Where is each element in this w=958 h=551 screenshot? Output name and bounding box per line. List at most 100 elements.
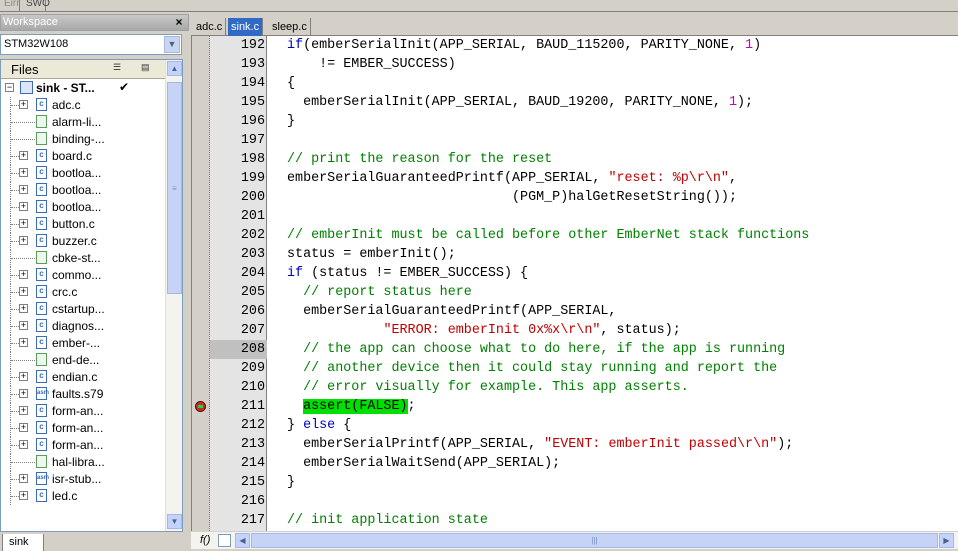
file-item[interactable]: + c form-an... [1, 420, 166, 437]
scroll-right-icon[interactable]: ▶ [939, 533, 954, 548]
file-item[interactable]: + c ember-... [1, 335, 166, 352]
expand-icon[interactable]: + [19, 389, 28, 398]
build-column-icon[interactable]: ▤ [141, 62, 157, 76]
code-text: } [287, 112, 295, 131]
code-line[interactable]: 210 // error visually for example. This … [192, 378, 958, 397]
code-line[interactable]: 208 // the app can choose what to do her… [192, 340, 958, 359]
code-line[interactable]: 205 // report status here [192, 283, 958, 302]
breakpoint-arrow-icon[interactable] [195, 401, 206, 412]
expand-icon[interactable]: + [19, 236, 28, 245]
code-line[interactable]: 195 emberSerialInit(APP_SERIAL, BAUD_192… [192, 93, 958, 112]
file-item[interactable]: + asm faults.s79 [1, 386, 166, 403]
expand-icon[interactable]: + [19, 491, 28, 500]
code-line[interactable]: 214 emberSerialWaitSend(APP_SERIAL); [192, 454, 958, 473]
code-line[interactable]: 192 if(emberSerialInit(APP_SERIAL, BAUD_1… [192, 36, 958, 55]
file-item[interactable]: + c form-an... [1, 437, 166, 454]
file-item[interactable]: + c button.c [1, 216, 166, 233]
file-item[interactable]: cbke-st... [1, 250, 166, 267]
code-line[interactable]: 194 { [192, 74, 958, 93]
checkmark-column-icon[interactable]: ☰ [113, 62, 129, 76]
tab-adc-c[interactable]: adc.c [193, 18, 227, 36]
code-line[interactable]: 203 status = emberInit(); [192, 245, 958, 264]
expand-icon[interactable]: + [19, 168, 28, 177]
expand-icon[interactable]: + [19, 372, 28, 381]
code-line[interactable]: 209 // another device then it could stay… [192, 359, 958, 378]
top-tab-swo[interactable]: SWO [24, 0, 50, 11]
code-view[interactable]: 192 if(emberSerialInit(APP_SERIAL, BAUD_1… [191, 36, 958, 531]
hscroll-thumb[interactable]: ||| [251, 533, 938, 548]
expand-icon[interactable]: + [19, 219, 28, 228]
code-line[interactable]: 207 "ERROR: emberInit 0x%x\r\n", status)… [192, 321, 958, 340]
file-name: commo... [52, 268, 102, 282]
file-item[interactable]: + c buzzer.c [1, 233, 166, 250]
expand-icon[interactable]: + [19, 100, 28, 109]
file-item[interactable]: + c led.c [1, 488, 166, 505]
file-item[interactable]: + c endian.c [1, 369, 166, 386]
code-line[interactable]: 200 (PGM_P)halGetResetString()); [192, 188, 958, 207]
file-item[interactable]: + c diagnos... [1, 318, 166, 335]
code-line[interactable]: 215} [192, 473, 958, 492]
close-icon[interactable]: × [173, 16, 185, 29]
file-item[interactable]: + c bootloa... [1, 182, 166, 199]
expand-icon[interactable]: + [19, 406, 28, 415]
expand-icon[interactable]: + [19, 440, 28, 449]
editor-hscrollbar[interactable]: f() ◀ ||| ▶ [191, 531, 958, 549]
code-line[interactable]: 202 // emberInit must be called before ot… [192, 226, 958, 245]
function-list-icon[interactable]: f() [200, 533, 216, 548]
code-line[interactable]: 199 emberSerialGuaranteedPrintf(APP_SERIA… [192, 169, 958, 188]
code-line[interactable]: 201 [192, 207, 958, 226]
file-item[interactable]: + c crc.c [1, 284, 166, 301]
file-item[interactable]: + c adc.c [1, 97, 166, 114]
file-tree-scrollbar[interactable]: ▲ ≡ ▼ [165, 60, 182, 531]
file-item[interactable]: hal-libra... [1, 454, 166, 471]
code-line[interactable]: 216 [192, 492, 958, 511]
configuration-select[interactable]: STM32W108 ▼ [0, 34, 182, 55]
tree-root-project[interactable]: − sink - ST... ✔ [1, 80, 166, 97]
file-item[interactable]: + c commo... [1, 267, 166, 284]
code-line[interactable]: 212} else { [192, 416, 958, 435]
code-line[interactable]: 196} [192, 112, 958, 131]
scroll-left-icon[interactable]: ◀ [235, 533, 250, 548]
top-tab-eirr[interactable]: Eirr [2, 0, 20, 11]
tab-sleep-c[interactable]: sleep.c [269, 18, 311, 36]
file-item[interactable]: + c cstartup... [1, 301, 166, 318]
code-line[interactable]: 204 if (status != EMBER_SUCCESS) { [192, 264, 958, 283]
expand-icon[interactable]: + [19, 321, 28, 330]
c-file-icon: c [36, 200, 47, 213]
tab-sink-c[interactable]: sink.c [228, 18, 264, 36]
file-item[interactable]: binding-... [1, 131, 166, 148]
expand-icon[interactable]: + [19, 338, 28, 347]
code-line[interactable]: 213 emberSerialPrintf(APP_SERIAL, "EVENT… [192, 435, 958, 454]
scroll-up-icon[interactable]: ▲ [167, 61, 182, 76]
file-item[interactable]: + c bootloa... [1, 199, 166, 216]
expand-icon[interactable]: + [19, 270, 28, 279]
expand-icon[interactable]: + [19, 151, 28, 160]
tab-sink-workspace[interactable]: sink [2, 534, 44, 551]
file-item[interactable]: + c board.c [1, 148, 166, 165]
code-line[interactable]: 197 [192, 131, 958, 150]
expand-icon[interactable]: + [19, 304, 28, 313]
split-box-icon[interactable] [218, 534, 231, 547]
code-line[interactable]: 206 emberSerialGuaranteedPrintf(APP_SERI… [192, 302, 958, 321]
collapse-icon[interactable]: − [5, 83, 14, 92]
file-item[interactable]: alarm-li... [1, 114, 166, 131]
scroll-down-icon[interactable]: ▼ [167, 514, 182, 529]
file-item[interactable]: + c form-an... [1, 403, 166, 420]
line-number: 203 [240, 247, 265, 262]
library-file-icon [36, 115, 47, 128]
file-item[interactable]: + c bootloa... [1, 165, 166, 182]
expand-icon[interactable]: + [19, 287, 28, 296]
expand-icon[interactable]: + [19, 185, 28, 194]
code-line[interactable]: 193 != EMBER_SUCCESS) [192, 55, 958, 74]
chevron-down-icon[interactable]: ▼ [164, 36, 180, 53]
code-line[interactable]: 198 // print the reason for the reset [192, 150, 958, 169]
expand-icon[interactable]: + [19, 423, 28, 432]
expand-icon[interactable]: + [19, 474, 28, 483]
scroll-thumb[interactable]: ≡ [167, 82, 182, 294]
expand-icon[interactable]: + [19, 202, 28, 211]
file-item[interactable]: + asm isr-stub... [1, 471, 166, 488]
code-token: } [287, 114, 296, 129]
code-line[interactable]: 211 assert(FALSE); [192, 397, 958, 416]
file-item[interactable]: end-de... [1, 352, 166, 369]
code-line[interactable]: 217 // init application state [192, 511, 958, 530]
